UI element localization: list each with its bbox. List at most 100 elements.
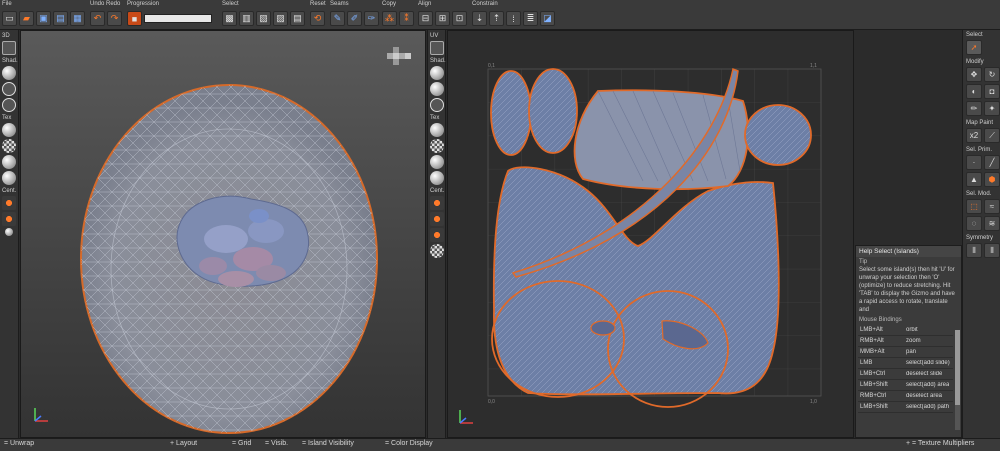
center-selection-icon[interactable] <box>2 212 16 226</box>
relax-icon[interactable]: ◘ <box>984 84 1000 99</box>
island-visibility-section[interactable]: = Island Visibility <box>302 440 354 447</box>
vertex-mode-icon[interactable]: · <box>966 155 982 170</box>
stack-icon[interactable]: ≣ <box>523 11 538 26</box>
binding-row: LMB+Ctrl deselect slide <box>858 369 953 380</box>
open-folder-icon[interactable]: ▰ <box>19 11 34 26</box>
save-as-icon[interactable]: ▤ <box>53 11 68 26</box>
binding-key: LMB+Shift <box>860 382 888 388</box>
select-invert-icon[interactable]: ▥ <box>239 11 254 26</box>
export-icon[interactable]: ▦ <box>70 11 85 26</box>
scale-icon[interactable]: ◐ <box>966 84 982 99</box>
binding-row: LMB+Shift select(add) area <box>858 380 953 391</box>
select-shrink-icon[interactable]: ▨ <box>273 11 288 26</box>
reset-icon[interactable]: ⟲ <box>310 11 325 26</box>
uv-texture-icon[interactable] <box>430 123 444 137</box>
select-arrow-icon[interactable]: ➚ <box>966 40 982 55</box>
save-icon[interactable]: ▣ <box>36 11 51 26</box>
paste-icon[interactable]: ⁑ <box>399 11 414 26</box>
frame-view-icon[interactable] <box>2 41 16 55</box>
checker-sphere-icon[interactable] <box>2 139 16 153</box>
visib-section[interactable]: = Visib. <box>265 440 288 447</box>
view-orientation-cube[interactable] <box>387 45 411 69</box>
binding-row: LMB+Shift select(add) path <box>858 402 953 413</box>
symmetry-y-icon[interactable]: ⫴ <box>984 243 1000 258</box>
unwrap-section[interactable]: = Unwrap <box>4 440 34 447</box>
island-mode-icon[interactable]: ⬢ <box>984 172 1000 187</box>
color-display-label: Color Display <box>391 440 433 447</box>
seam-cut-icon[interactable]: ✎ <box>330 11 345 26</box>
binding-key: LMB <box>860 360 873 366</box>
light-icon[interactable] <box>5 228 13 236</box>
select-rect-icon[interactable]: ⬚ <box>966 199 982 214</box>
select-paint-icon[interactable]: ≋ <box>984 216 1000 231</box>
uv-tile-icon[interactable] <box>430 244 444 258</box>
main-toolbar: File ▭ ▰ ▣ ▤ ▦ Undo Redo ↶ ↷ Progression… <box>0 0 1000 30</box>
uv-label: UV <box>430 33 439 39</box>
undo-icon[interactable]: ↶ <box>90 11 105 26</box>
binding-row: LMB select(add slide) <box>858 358 953 369</box>
texture-multipliers-section[interactable]: + = Texture Multipliers <box>906 440 974 447</box>
copy-icon[interactable]: ⁂ <box>382 11 397 26</box>
grid-section[interactable]: = Grid <box>232 440 251 447</box>
constrain-icon[interactable]: ⁞ <box>506 11 521 26</box>
select-all-icon[interactable]: ▩ <box>222 11 237 26</box>
seam-weld-icon[interactable]: ✐ <box>347 11 362 26</box>
grid-sphere-icon[interactable] <box>2 98 16 112</box>
color-display-section[interactable]: = Color Display <box>385 440 433 447</box>
select-grow-icon[interactable]: ▧ <box>256 11 271 26</box>
texture-distortion-icon[interactable] <box>2 171 16 185</box>
uv-distortion-icon[interactable] <box>430 171 444 185</box>
help-scrollbar[interactable] <box>955 330 960 430</box>
center-icon[interactable] <box>2 196 16 210</box>
align-center-icon[interactable]: ⊡ <box>452 11 467 26</box>
viewport-uv[interactable]: 0,1 1,1 0,0 1,0 <box>447 30 854 438</box>
uv-checker-icon[interactable] <box>430 139 444 153</box>
stop-icon[interactable]: ■ <box>127 11 142 26</box>
uv-island-circle[interactable] <box>744 104 812 166</box>
uv-center-sel-icon[interactable] <box>430 212 444 226</box>
pin-icon[interactable]: ⇣ <box>472 11 487 26</box>
help-title[interactable]: Help Select (Islands) <box>856 246 961 257</box>
align-vertical-icon[interactable]: ⊞ <box>435 11 450 26</box>
uv-center-icon[interactable] <box>430 196 444 210</box>
texture-sphere-icon[interactable] <box>2 123 16 137</box>
select-lasso-icon[interactable]: ◌ <box>966 216 982 231</box>
brush-icon[interactable]: ✏ <box>966 101 982 116</box>
uv-island-oval-1[interactable] <box>490 70 532 156</box>
uv-stretch-icon[interactable] <box>430 155 444 169</box>
face-mode-icon[interactable]: ▲ <box>966 172 982 187</box>
symmetry-x-icon[interactable]: ⫴ <box>966 243 982 258</box>
rotate-icon[interactable]: ↻ <box>984 67 1000 82</box>
unpin-icon[interactable]: ⇡ <box>489 11 504 26</box>
tip-text: Select some island(s) then hit 'U' for u… <box>859 267 955 313</box>
wire-sphere-icon[interactable] <box>2 82 16 96</box>
uv-shaded-alt-icon[interactable] <box>430 82 444 96</box>
seam-auto-icon[interactable]: ✑ <box>364 11 379 26</box>
view3d-label: 3D <box>2 33 10 39</box>
layout-section[interactable]: + Layout <box>170 440 197 447</box>
uv-frame-icon[interactable] <box>430 41 444 55</box>
select-wave-icon[interactable]: ≈ <box>984 199 1000 214</box>
app-root: File ▭ ▰ ▣ ▤ ▦ Undo Redo ↶ ↷ Progression… <box>0 0 1000 451</box>
select-loop-icon[interactable]: ▤ <box>290 11 305 26</box>
uv-corner-bottom-right: 1,0 <box>810 399 817 405</box>
flatten-icon[interactable]: ◪ <box>540 11 555 26</box>
uv-island-oval-2[interactable] <box>528 68 578 154</box>
redo-icon[interactable]: ↷ <box>107 11 122 26</box>
uv-wire-icon[interactable] <box>430 98 444 112</box>
mesh-3d-render <box>80 84 378 434</box>
uv-island-small-1[interactable] <box>590 320 616 336</box>
help-scrollbar-thumb[interactable] <box>955 330 960 405</box>
texture-stretch-icon[interactable] <box>2 155 16 169</box>
viewport-3d[interactable] <box>20 30 426 438</box>
move-icon[interactable]: ✥ <box>966 67 982 82</box>
paint-stroke-icon[interactable]: ⟋ <box>984 128 1000 143</box>
new-file-icon[interactable]: ▭ <box>2 11 17 26</box>
smooth-icon[interactable]: ✦ <box>984 101 1000 116</box>
x2-button[interactable]: x2 <box>966 128 982 143</box>
align-horizontal-icon[interactable]: ⊟ <box>418 11 433 26</box>
shaded-sphere-icon[interactable] <box>2 66 16 80</box>
uv-swap-icon[interactable] <box>430 228 444 242</box>
uv-shaded-icon[interactable] <box>430 66 444 80</box>
edge-mode-icon[interactable]: ╱ <box>984 155 1000 170</box>
